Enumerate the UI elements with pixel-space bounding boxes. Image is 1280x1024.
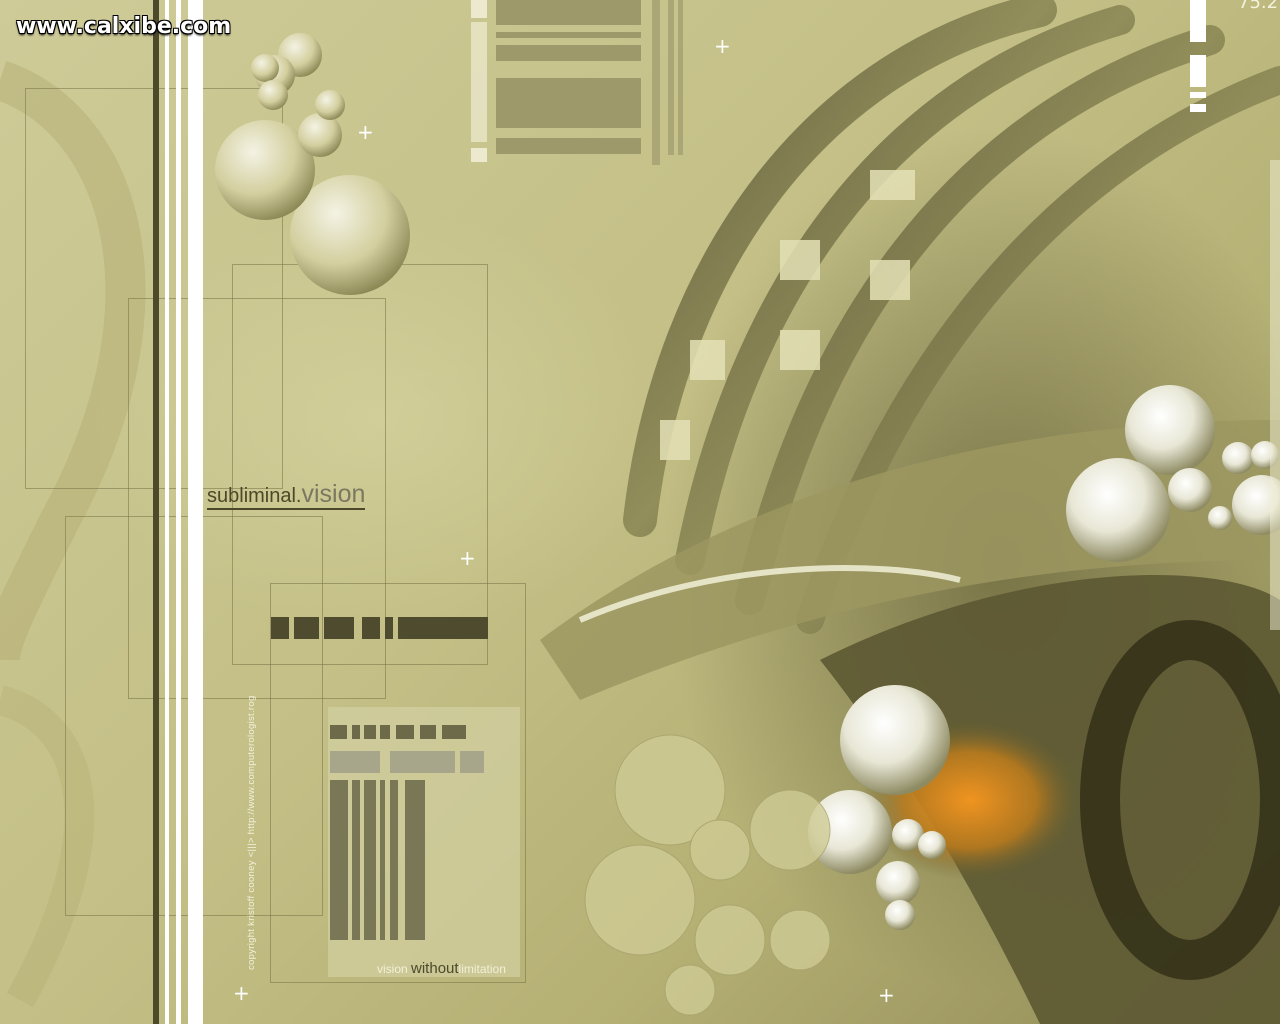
barcode-block xyxy=(390,751,455,773)
white-mark xyxy=(1190,104,1206,112)
plus-mark: + xyxy=(233,981,250,1005)
barcode-block xyxy=(496,32,641,38)
tagline-post: limitation xyxy=(458,962,506,976)
tagline-strong: without xyxy=(411,960,459,977)
dark-bar-segment xyxy=(362,617,380,639)
dark-bar-segment xyxy=(271,617,289,639)
barcode-block xyxy=(352,780,360,940)
vertical-stripe xyxy=(165,0,169,1024)
barcode-block xyxy=(496,0,641,25)
plus-mark: + xyxy=(878,983,895,1007)
barcode-block xyxy=(496,45,641,61)
barcode-block xyxy=(442,725,466,739)
dark-bar-segment xyxy=(324,617,354,639)
artwork-title: subliminal.vision xyxy=(207,480,366,510)
barcode-block xyxy=(678,0,683,155)
barcode-block xyxy=(460,751,484,773)
barcode-block xyxy=(405,780,425,940)
barcode-block xyxy=(364,725,376,739)
plus-mark: + xyxy=(357,120,374,144)
copyright-text: copyright kristoff cooney <|||> http://w… xyxy=(246,695,257,970)
white-mark xyxy=(1190,92,1206,98)
plus-mark: + xyxy=(714,34,731,58)
vertical-stripe xyxy=(188,0,203,1024)
vertical-stripe xyxy=(153,0,159,1024)
barcode-block xyxy=(652,0,660,165)
barcode-block xyxy=(396,725,414,739)
barcode-block xyxy=(330,780,348,940)
barcode-block xyxy=(352,725,360,739)
barcode-block xyxy=(330,725,347,739)
barcode-block xyxy=(420,725,436,739)
title-main: subliminal. xyxy=(207,485,302,507)
barcode-block xyxy=(380,780,385,940)
barcode-block xyxy=(330,751,380,773)
title-accent: vision xyxy=(301,480,366,508)
white-mark xyxy=(1270,160,1280,630)
sphere-cluster xyxy=(215,33,410,295)
white-mark xyxy=(1190,55,1206,87)
tagline-pre: vision xyxy=(377,962,412,976)
barcode-block xyxy=(364,780,376,940)
barcode-block xyxy=(496,78,641,128)
barcode-block xyxy=(380,725,390,739)
artwork-tagline: vision withoutlimitation xyxy=(377,960,506,977)
barcode-block xyxy=(390,780,398,940)
dark-bar-segment xyxy=(398,617,488,639)
barcode-block xyxy=(668,0,674,155)
barcode-block xyxy=(496,138,641,154)
dark-bar-segment xyxy=(294,617,319,639)
vertical-stripe xyxy=(176,0,181,1024)
white-mark xyxy=(1190,0,1206,42)
barcode-block xyxy=(471,22,487,142)
dark-bar-segment xyxy=(385,617,393,639)
barcode-block xyxy=(471,148,487,162)
corner-number: 75.2 xyxy=(1238,0,1279,13)
barcode-block xyxy=(471,0,487,18)
site-watermark: www.calxibe.com xyxy=(16,14,232,39)
plus-mark: + xyxy=(459,546,476,570)
